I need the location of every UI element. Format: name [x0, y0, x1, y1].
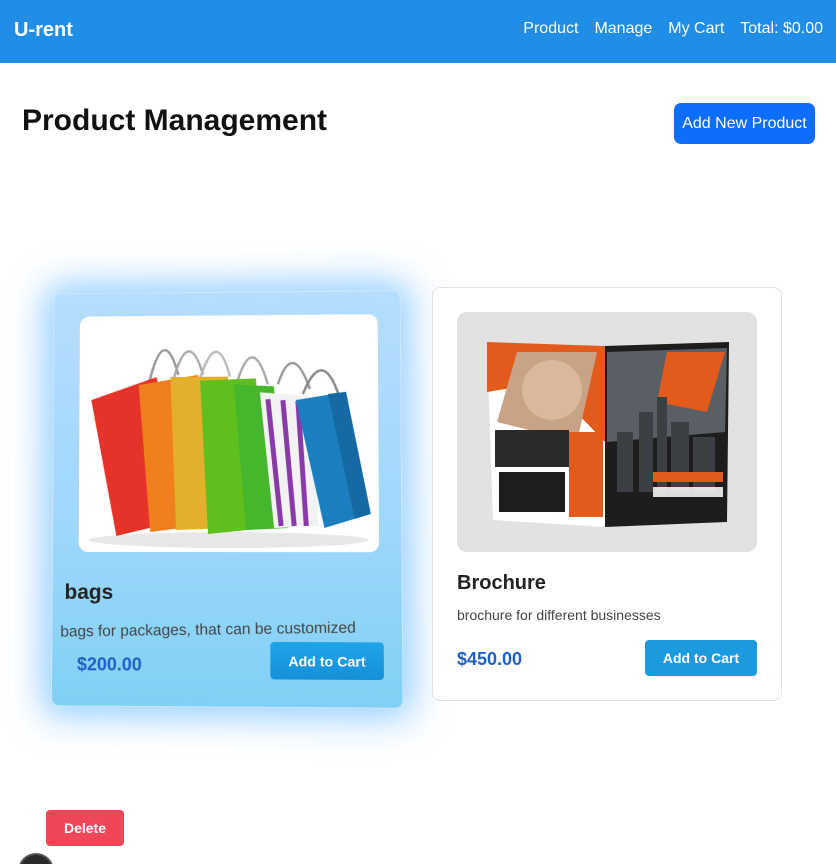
product-price: $200.00: [76, 654, 142, 675]
brochure-image: [457, 312, 757, 552]
nav-item-my-cart[interactable]: My Cart: [668, 20, 724, 38]
brochure-icon: [457, 312, 757, 552]
top-navbar: U-rent Product Manage My Cart Total: $0.…: [0, 0, 836, 63]
product-card-brochure[interactable]: Brochure brochure for different business…: [432, 287, 782, 701]
product-title: bags: [64, 580, 114, 605]
add-new-product-button[interactable]: Add New Product: [674, 103, 815, 144]
floating-action-icon[interactable]: [18, 853, 54, 864]
product-title: Brochure: [457, 572, 546, 594]
product-description: brochure for different businesses: [457, 607, 661, 623]
brand-logo[interactable]: U-rent: [14, 19, 73, 42]
nav-links: Product Manage My Cart Total: $0.00: [523, 20, 823, 38]
product-price: $450.00: [457, 649, 523, 669]
shopping-bags-icon: [78, 314, 380, 553]
nav-item-manage[interactable]: Manage: [594, 20, 652, 38]
add-to-cart-button[interactable]: Add to Cart: [645, 640, 757, 676]
shopping-bags-image: [78, 314, 380, 553]
add-to-cart-button[interactable]: Add to Cart: [270, 641, 384, 681]
nav-item-total[interactable]: Total: $0.00: [740, 20, 823, 38]
delete-button[interactable]: Delete: [46, 810, 124, 846]
page-title: Product Management: [22, 104, 328, 137]
product-description: bags for packages, that can be customize…: [60, 619, 357, 641]
nav-item-product[interactable]: Product: [523, 20, 578, 38]
product-card-bags[interactable]: bags bags for packages, that can be cust…: [50, 290, 404, 709]
